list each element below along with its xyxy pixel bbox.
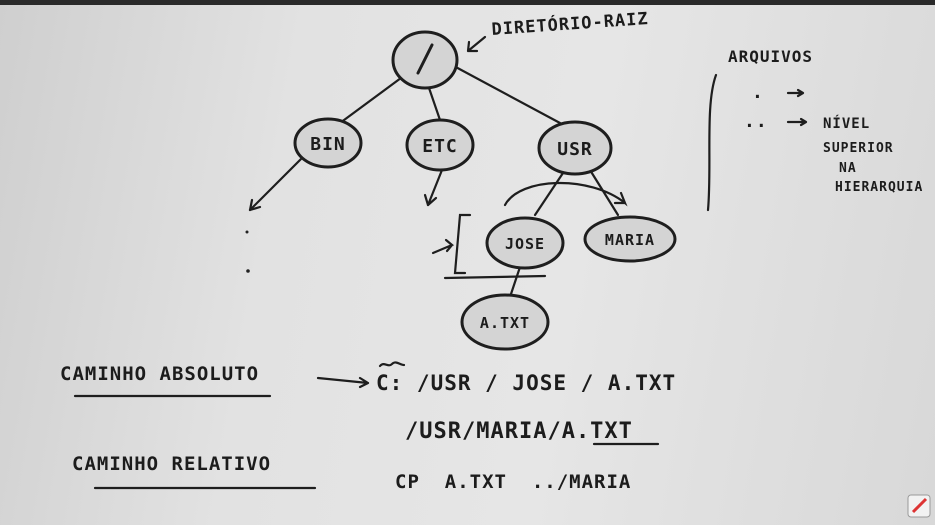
arrow-icon: [466, 35, 487, 53]
relative-path-example: CP A.TXT ../MARIA: [395, 471, 631, 493]
svg-text:NÍVEL: NÍVEL: [823, 115, 870, 132]
relative-path-section: CAMINHO RELATIVO CP A.TXT ../MARIA: [72, 453, 631, 493]
svg-text:..: ..: [744, 111, 768, 132]
tree-node-bin: BIN: [293, 117, 363, 169]
svg-text:NA: NA: [839, 161, 857, 176]
directory-tree-diagram: DIRETÓRIO-RAIZ BIN ETC USR JOSE MARIA A.…: [60, 7, 931, 518]
svg-text:MARIA: MARIA: [605, 231, 655, 249]
absolute-path-example: C: /USR / JOSE / A.TXT: [376, 371, 676, 395]
tree-node-maria: MARIA: [583, 215, 677, 263]
legend-title: ARQUIVOS: [728, 47, 813, 66]
whiteboard: DIRETÓRIO-RAIZ BIN ETC USR JOSE MARIA A.…: [0, 5, 935, 525]
legend: ARQUIVOS . .. NÍVEL SUPERIOR NA HIERARQU…: [706, 47, 923, 212]
relative-path-label: CAMINHO RELATIVO: [72, 453, 271, 475]
svg-text:USR: USR: [557, 139, 593, 160]
svg-text:SUPERIOR: SUPERIOR: [823, 141, 894, 156]
tree-node-jose: JOSE: [485, 216, 565, 270]
absolute-path-example-2: /USR/MARIA/A.TXT: [405, 419, 633, 444]
tree-node-a-txt: A.TXT: [460, 293, 550, 351]
svg-text:ETC: ETC: [422, 136, 458, 157]
svg-text:A.TXT: A.TXT: [480, 314, 530, 332]
svg-text:BIN: BIN: [310, 134, 346, 155]
absolute-path-label: CAMINHO ABSOLUTO: [60, 363, 259, 385]
tree-node-usr: USR: [537, 120, 613, 176]
tree-node-root: [391, 30, 459, 90]
absolute-path-section: CAMINHO ABSOLUTO C: /USR / JOSE / A.TXT …: [60, 361, 676, 446]
svg-text:HIERARQUIA: HIERARQUIA: [835, 180, 923, 195]
root-annotation: DIRETÓRIO-RAIZ: [491, 7, 649, 40]
svg-text:JOSE: JOSE: [505, 235, 545, 253]
svg-text:.: .: [752, 82, 764, 103]
pen-tool-icon[interactable]: [907, 494, 931, 518]
tree-edges: [245, 63, 628, 299]
tree-node-etc: ETC: [405, 118, 475, 172]
